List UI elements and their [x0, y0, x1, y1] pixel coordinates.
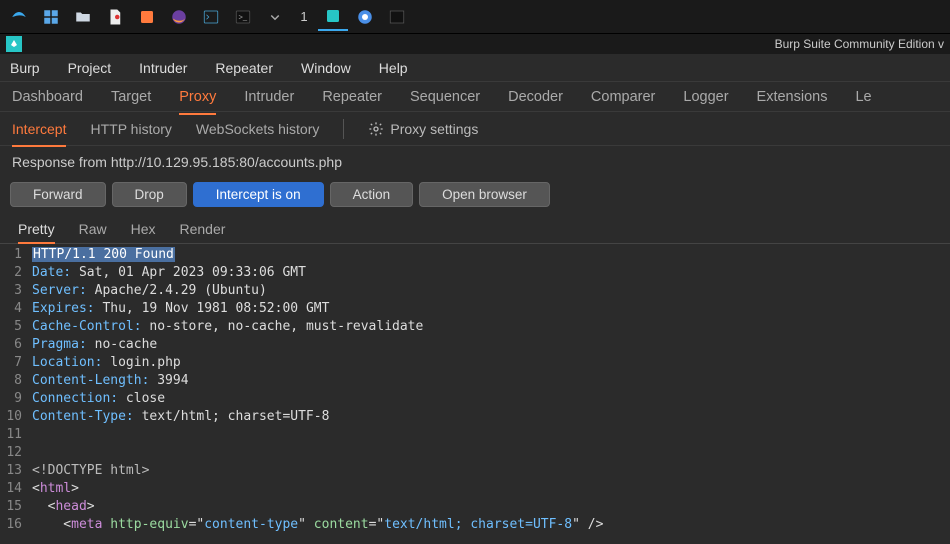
intercept-actions: Forward Drop Intercept is on Action Open…	[0, 178, 950, 215]
main-tabs: Dashboard Target Proxy Intruder Repeater…	[0, 82, 950, 112]
tab-logger[interactable]: Logger	[683, 85, 728, 109]
menu-repeater[interactable]: Repeater	[209, 56, 279, 80]
tab-overflow[interactable]: Le	[855, 85, 871, 109]
firefox-icon[interactable]	[164, 3, 194, 31]
tab-extensions[interactable]: Extensions	[757, 85, 828, 109]
proxy-subtabs: Intercept HTTP history WebSockets histor…	[0, 112, 950, 146]
menubar: Burp Project Intruder Repeater Window He…	[0, 54, 950, 82]
burp-running-icon[interactable]	[318, 3, 348, 31]
tab-repeater[interactable]: Repeater	[322, 85, 382, 109]
chevron-down-icon[interactable]	[260, 3, 290, 31]
drop-button[interactable]: Drop	[112, 182, 187, 207]
files-icon[interactable]	[68, 3, 98, 31]
workspace-number[interactable]: 1	[292, 9, 316, 24]
tab-proxy[interactable]: Proxy	[179, 85, 216, 109]
window-title: Burp Suite Community Edition v	[775, 37, 944, 51]
view-tabs: Pretty Raw Hex Render	[0, 215, 950, 244]
subtab-intercept[interactable]: Intercept	[12, 115, 66, 143]
subtab-websockets-history[interactable]: WebSockets history	[196, 115, 319, 143]
response-info: Response from http://10.129.95.185:80/ac…	[0, 146, 950, 178]
os-taskbar: >_ 1	[0, 0, 950, 34]
proxy-settings-label: Proxy settings	[390, 121, 478, 137]
tab-decoder[interactable]: Decoder	[508, 85, 563, 109]
terminal2-icon[interactable]: >_	[228, 3, 258, 31]
forward-button[interactable]: Forward	[10, 182, 106, 207]
menu-intruder[interactable]: Intruder	[133, 56, 193, 80]
kali-menu-icon[interactable]	[4, 3, 34, 31]
menu-window[interactable]: Window	[295, 56, 357, 80]
view-pretty[interactable]: Pretty	[18, 221, 55, 243]
menu-burp[interactable]: Burp	[4, 56, 46, 80]
burp-task-icon[interactable]	[132, 3, 162, 31]
text-editor-icon[interactable]	[100, 3, 130, 31]
action-button[interactable]: Action	[330, 182, 414, 207]
tab-target[interactable]: Target	[111, 85, 151, 109]
windows-icon[interactable]	[36, 3, 66, 31]
view-hex[interactable]: Hex	[131, 221, 156, 243]
burp-logo-icon	[6, 36, 22, 52]
line-gutter: 12345678910111213141516	[0, 244, 28, 544]
view-raw[interactable]: Raw	[79, 221, 107, 243]
tab-sequencer[interactable]: Sequencer	[410, 85, 480, 109]
gear-icon	[368, 121, 384, 137]
tab-dashboard[interactable]: Dashboard	[12, 85, 83, 109]
tab-comparer[interactable]: Comparer	[591, 85, 655, 109]
separator	[343, 119, 344, 139]
menu-project[interactable]: Project	[62, 56, 118, 80]
tab-intruder[interactable]: Intruder	[244, 85, 294, 109]
proxy-settings-button[interactable]: Proxy settings	[368, 121, 478, 137]
window-titlebar: Burp Suite Community Edition v	[0, 34, 950, 54]
open-browser-button[interactable]: Open browser	[419, 182, 550, 207]
subtab-http-history[interactable]: HTTP history	[90, 115, 171, 143]
code-body[interactable]: HTTP/1.1 200 Found Date: Sat, 01 Apr 202…	[28, 244, 603, 544]
menu-help[interactable]: Help	[373, 56, 414, 80]
terminal3-icon[interactable]	[382, 3, 412, 31]
svg-text:>_: >_	[239, 12, 248, 21]
response-editor[interactable]: 12345678910111213141516 HTTP/1.1 200 Fou…	[0, 244, 950, 544]
intercept-toggle-button[interactable]: Intercept is on	[193, 182, 324, 207]
terminal-icon[interactable]	[196, 3, 226, 31]
view-render[interactable]: Render	[180, 221, 226, 243]
chromium-icon[interactable]	[350, 3, 380, 31]
